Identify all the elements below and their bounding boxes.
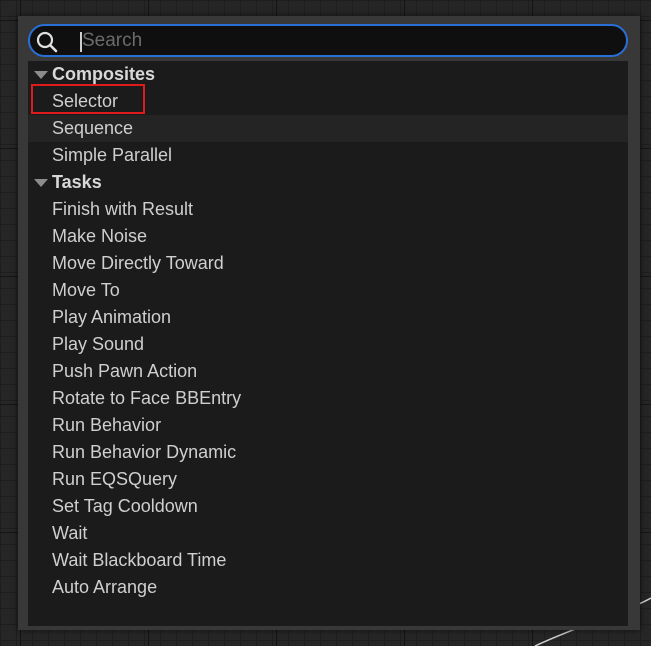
menu-item-move-directly-toward[interactable]: Move Directly Toward: [28, 250, 628, 277]
search-icon: [36, 31, 58, 53]
category-label: Composites: [52, 64, 156, 84]
category-tasks[interactable]: Tasks: [28, 169, 628, 196]
menu-item-selector[interactable]: Selector: [28, 88, 628, 115]
menu-item-play-animation[interactable]: Play Animation: [28, 304, 628, 331]
search-input[interactable]: [82, 28, 612, 54]
menu-item-finish-with-result[interactable]: Finish with Result: [28, 196, 628, 223]
menu-item-set-tag-cooldown[interactable]: Set Tag Cooldown: [28, 493, 628, 520]
menu-item-sequence[interactable]: Sequence: [28, 115, 628, 142]
category-composites[interactable]: Composites: [28, 61, 628, 88]
category-label: Tasks: [52, 172, 102, 192]
menu-item-run-behavior[interactable]: Run Behavior: [28, 412, 628, 439]
menu-item-rotate-to-face-bbentry[interactable]: Rotate to Face BBEntry: [28, 385, 628, 412]
menu-item-make-noise[interactable]: Make Noise: [28, 223, 628, 250]
action-list: Composites Selector Sequence Simple Para…: [28, 61, 628, 626]
menu-item-wait-blackboard-time[interactable]: Wait Blackboard Time: [28, 547, 628, 574]
menu-item-wait[interactable]: Wait: [28, 520, 628, 547]
menu-item-play-sound[interactable]: Play Sound: [28, 331, 628, 358]
menu-item-run-behavior-dynamic[interactable]: Run Behavior Dynamic: [28, 439, 628, 466]
menu-item-run-eqsquery[interactable]: Run EQSQuery: [28, 466, 628, 493]
context-action-menu: Composites Selector Sequence Simple Para…: [18, 16, 640, 630]
menu-item-simple-parallel[interactable]: Simple Parallel: [28, 142, 628, 169]
menu-item-auto-arrange[interactable]: Auto Arrange: [28, 574, 628, 601]
triangle-down-icon[interactable]: [34, 179, 48, 187]
search-box[interactable]: [28, 24, 628, 57]
menu-item-move-to[interactable]: Move To: [28, 277, 628, 304]
triangle-down-icon[interactable]: [34, 71, 48, 79]
menu-item-push-pawn-action[interactable]: Push Pawn Action: [28, 358, 628, 385]
